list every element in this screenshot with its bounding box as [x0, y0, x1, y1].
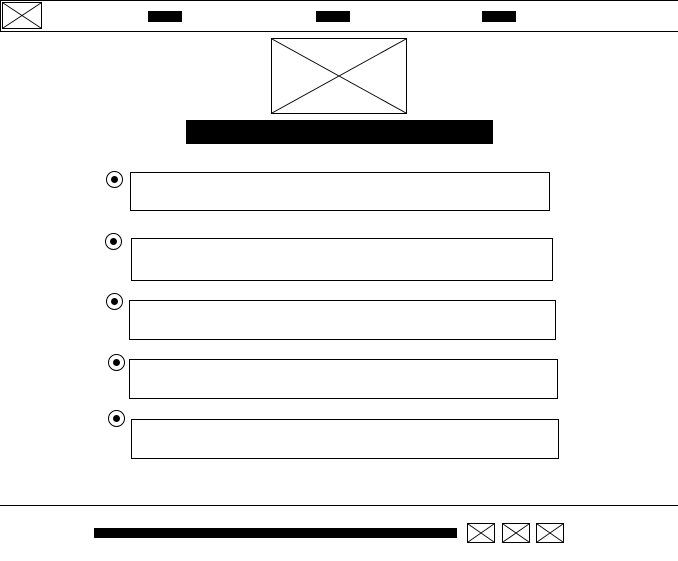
option-radio-1[interactable] [106, 171, 123, 188]
nav-link-3[interactable] [482, 11, 516, 22]
option-field-4[interactable] [129, 359, 558, 399]
option-radio-3[interactable] [106, 293, 123, 310]
option-radio-5[interactable] [108, 410, 125, 427]
option-radio-4[interactable] [108, 354, 125, 371]
option-field-1[interactable] [130, 172, 550, 211]
nav-link-1[interactable] [148, 11, 182, 22]
header [0, 0, 678, 32]
footer-image-placeholder-icon-3[interactable] [536, 523, 564, 543]
page-title [186, 120, 493, 144]
logo-image-placeholder-icon[interactable] [2, 2, 42, 29]
hero-image-placeholder-icon [271, 38, 407, 114]
nav-link-2[interactable] [316, 11, 350, 22]
option-list [0, 160, 678, 470]
footer-text [94, 528, 457, 538]
option-field-2[interactable] [131, 238, 553, 281]
option-field-5[interactable] [131, 419, 559, 459]
footer-image-placeholder-icon-1[interactable] [467, 523, 495, 543]
footer [0, 506, 678, 561]
option-field-3[interactable] [129, 300, 556, 340]
header-divider [0, 31, 678, 32]
page-border-top [0, 0, 678, 1]
option-radio-2[interactable] [105, 233, 122, 250]
footer-image-placeholder-icon-2[interactable] [502, 523, 530, 543]
page-border-left [0, 0, 1, 32]
